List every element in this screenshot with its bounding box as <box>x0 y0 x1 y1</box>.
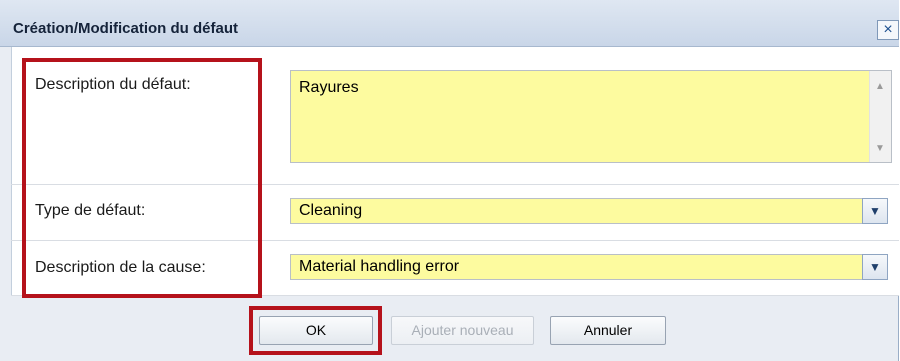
row-divider <box>11 184 899 185</box>
cause-description-label: Description de la cause: <box>35 259 206 276</box>
cause-description-select[interactable]: Material handling error ▼ <box>290 254 888 280</box>
defect-dialog: Création/Modification du défaut × Descri… <box>0 0 900 361</box>
ok-button[interactable]: OK <box>259 316 373 345</box>
defect-type-select[interactable]: Cleaning ▼ <box>290 198 888 224</box>
cause-description-value: Material handling error <box>299 258 460 275</box>
textarea-scrollbar[interactable]: ▲ ▼ <box>869 71 891 162</box>
chevron-down-icon[interactable]: ▼ <box>862 198 888 224</box>
defect-type-label: Type de défaut: <box>35 202 146 219</box>
cancel-button[interactable]: Annuler <box>550 316 666 345</box>
row-divider <box>11 240 899 241</box>
add-new-button[interactable]: Ajouter nouveau <box>391 316 534 345</box>
defect-type-value: Cleaning <box>299 202 363 219</box>
defect-description-label: Description du défaut: <box>35 76 191 93</box>
scroll-up-icon[interactable]: ▲ <box>875 81 885 92</box>
defect-description-value: Rayures <box>299 79 359 96</box>
defect-description-field[interactable]: Rayures ▲ ▼ <box>290 70 892 163</box>
dialog-titlebar[interactable]: Création/Modification du défaut × <box>0 0 899 47</box>
dialog-title: Création/Modification du défaut <box>13 20 238 37</box>
chevron-down-icon[interactable]: ▼ <box>862 254 888 280</box>
form-bottom-divider <box>11 295 899 296</box>
scroll-down-icon[interactable]: ▼ <box>875 143 885 154</box>
close-icon[interactable]: × <box>877 20 899 40</box>
